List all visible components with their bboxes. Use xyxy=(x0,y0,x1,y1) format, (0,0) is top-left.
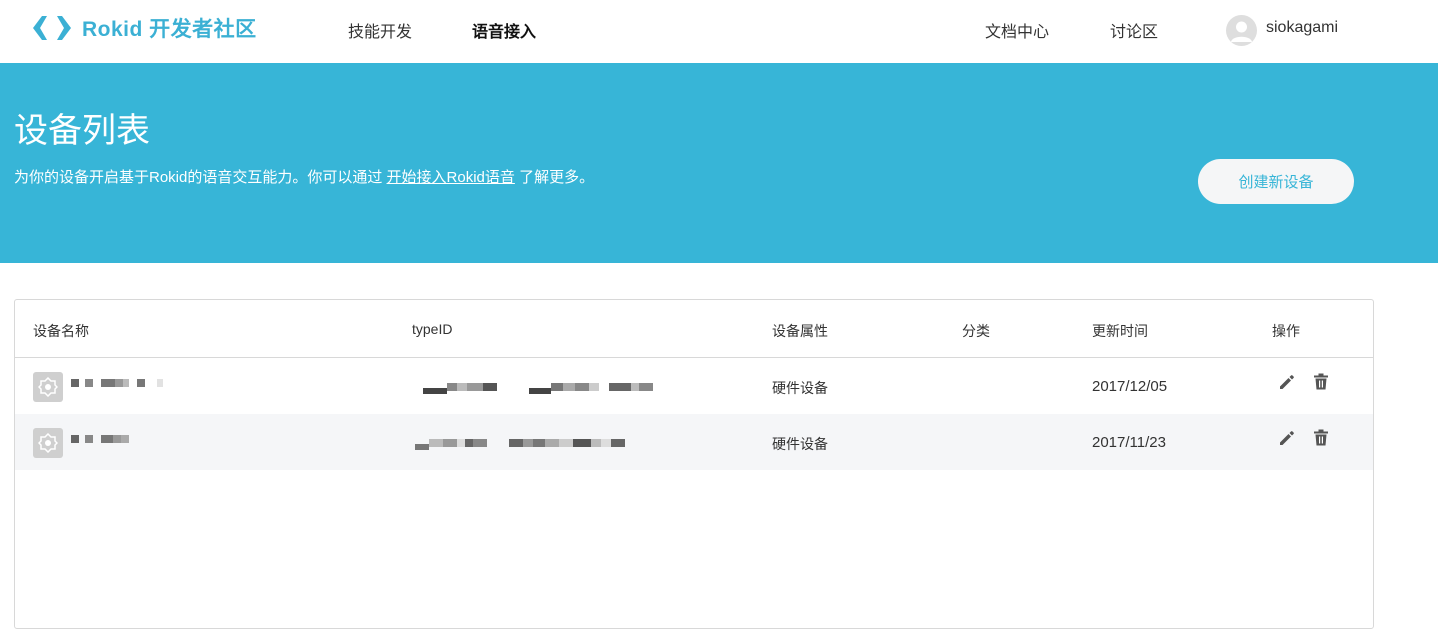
page-banner: 设备列表 为你的设备开启基于Rokid的语音交互能力。你可以通过 开始接入Rok… xyxy=(0,63,1438,263)
trash-icon[interactable] xyxy=(1313,373,1329,396)
col-category: 分类 xyxy=(962,323,990,339)
type-id-redacted xyxy=(415,436,625,450)
device-gear-icon xyxy=(33,428,63,458)
device-attribute: 硬件设备 xyxy=(772,380,828,396)
banner-description: 为你的设备开启基于Rokid的语音交互能力。你可以通过 开始接入Rokid语音 … xyxy=(14,166,594,187)
trash-icon[interactable] xyxy=(1313,429,1329,452)
device-name-redacted xyxy=(71,379,163,387)
nav-docs[interactable]: 文档中心 xyxy=(985,18,1049,42)
logo-text: Rokid 开发者社区 xyxy=(82,18,257,41)
device-table: 设备名称 typeID 设备属性 分类 更新时间 操作 硬件设备 2017/12… xyxy=(14,299,1374,629)
col-attribute: 设备属性 xyxy=(772,323,828,339)
nav-forum[interactable]: 讨论区 xyxy=(1110,18,1158,42)
device-updated: 2017/12/05 xyxy=(1092,378,1168,395)
username[interactable]: siokagami xyxy=(1266,19,1338,37)
pencil-icon[interactable] xyxy=(1278,429,1296,452)
user-avatar-icon[interactable] xyxy=(1226,15,1257,46)
col-device-name: 设备名称 xyxy=(33,323,89,339)
nav-skill-dev[interactable]: 技能开发 xyxy=(348,18,412,42)
pencil-icon[interactable] xyxy=(1278,373,1296,396)
banner-desc-suffix: 了解更多。 xyxy=(519,169,595,186)
start-voice-access-link[interactable]: 开始接入Rokid语音 xyxy=(387,169,515,186)
banner-desc-prefix: 为你的设备开启基于Rokid的语音交互能力。你可以通过 xyxy=(14,169,383,186)
create-device-button[interactable]: 创建新设备 xyxy=(1198,159,1354,204)
chevrons-logo-icon xyxy=(33,16,71,40)
table-row[interactable]: 硬件设备 2017/11/23 xyxy=(15,414,1373,470)
top-header: Rokid 开发者社区 技能开发 语音接入 文档中心 讨论区 siokagami xyxy=(0,0,1438,63)
site-logo[interactable]: Rokid 开发者社区 xyxy=(30,14,257,42)
device-updated: 2017/11/23 xyxy=(1092,434,1166,451)
table-row[interactable]: 硬件设备 2017/12/05 xyxy=(15,358,1373,414)
device-gear-icon xyxy=(33,372,63,402)
col-updated: 更新时间 xyxy=(1092,323,1148,339)
device-name-redacted xyxy=(71,435,129,443)
device-attribute: 硬件设备 xyxy=(772,436,828,452)
nav-voice-access[interactable]: 语音接入 xyxy=(472,18,536,42)
type-id-redacted xyxy=(423,380,653,394)
table-header: 设备名称 typeID 设备属性 分类 更新时间 操作 xyxy=(15,300,1373,358)
col-actions: 操作 xyxy=(1272,323,1300,339)
page-title: 设备列表 xyxy=(14,112,150,150)
col-type-id: typeID xyxy=(412,321,453,337)
